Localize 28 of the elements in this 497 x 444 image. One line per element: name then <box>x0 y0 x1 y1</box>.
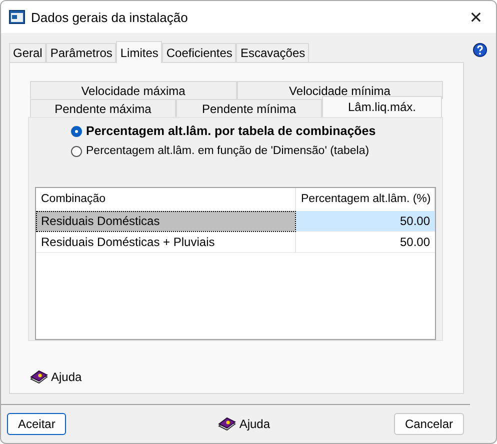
tab[interactable]: Coeficientes <box>162 43 236 62</box>
table-cell[interactable]: Residuais Domésticas + Pluviais <box>36 232 296 253</box>
radio-button[interactable] <box>71 146 82 156</box>
radio-button[interactable] <box>71 126 82 136</box>
accept-button[interactable]: Aceitar <box>7 413 66 435</box>
radio-label[interactable]: Percentagem alt.lâm. em função de 'Dimensão' (tabela) <box>86 145 370 157</box>
window-title: Dados gerais da instalação <box>31 10 189 24</box>
table-cell[interactable]: Residuais Domésticas <box>36 211 296 232</box>
table-cell[interactable]: 50.00 <box>296 211 435 232</box>
tab[interactable]: Pendente mínima <box>176 99 322 117</box>
table-cell[interactable]: 50.00 <box>296 232 435 253</box>
book-icon <box>30 369 48 385</box>
tab[interactable]: Escavações <box>236 43 310 62</box>
help-link[interactable]: Ajuda <box>239 417 270 431</box>
book-icon <box>218 416 236 432</box>
tab[interactable]: Pendente máxima <box>30 99 176 117</box>
tab[interactable]: Velocidade máxima <box>30 81 236 99</box>
tab[interactable]: Geral <box>9 43 46 62</box>
cancel-button[interactable]: Cancelar <box>394 413 464 435</box>
window-icon <box>9 10 25 24</box>
tab[interactable]: Limites <box>116 41 162 63</box>
close-button[interactable]: ✕ <box>456 2 496 32</box>
help-icon[interactable] <box>473 43 487 57</box>
radio-label[interactable]: Percentagem alt.lâm. por tabela de combinações <box>86 124 376 138</box>
help-link[interactable]: Ajuda <box>51 370 82 384</box>
tab[interactable]: Lâm.liq.máx. <box>322 96 442 117</box>
tab[interactable]: Velocidade mínima <box>236 81 443 99</box>
tab[interactable]: Parâmetros <box>46 43 116 62</box>
